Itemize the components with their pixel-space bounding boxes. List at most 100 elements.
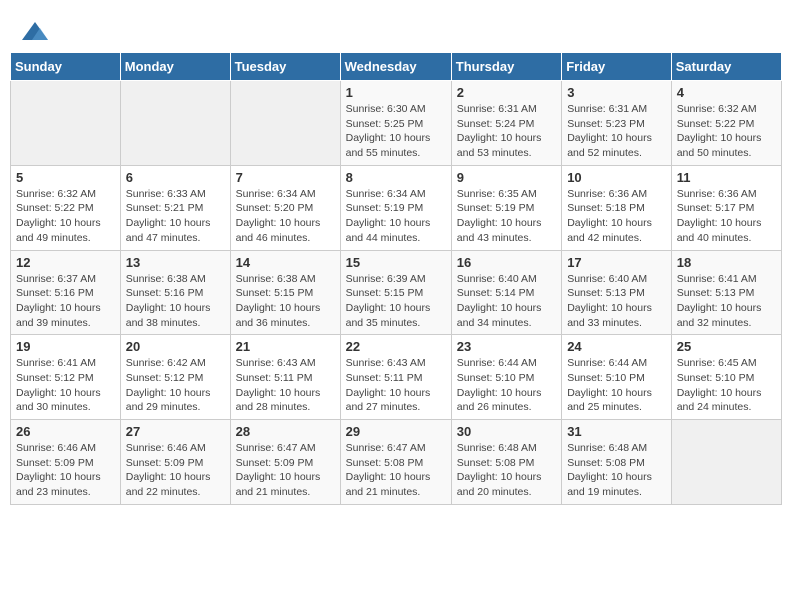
day-detail: Sunrise: 6:34 AM Sunset: 5:19 PM Dayligh…: [346, 187, 446, 246]
calendar-cell: 17 Sunrise: 6:40 AM Sunset: 5:13 PM Dayli…: [562, 250, 672, 335]
day-number: 3: [567, 85, 666, 100]
day-number: 27: [126, 424, 225, 439]
day-detail: Sunrise: 6:38 AM Sunset: 5:15 PM Dayligh…: [236, 272, 335, 331]
day-number: 7: [236, 170, 335, 185]
calendar-cell: 24 Sunrise: 6:44 AM Sunset: 5:10 PM Dayli…: [562, 335, 672, 420]
day-number: 17: [567, 255, 666, 270]
calendar-cell: 19 Sunrise: 6:41 AM Sunset: 5:12 PM Dayli…: [11, 335, 121, 420]
week-row-2: 12 Sunrise: 6:37 AM Sunset: 5:16 PM Dayli…: [11, 250, 782, 335]
day-number: 8: [346, 170, 446, 185]
calendar-cell: 5 Sunrise: 6:32 AM Sunset: 5:22 PM Daylig…: [11, 165, 121, 250]
day-number: 14: [236, 255, 335, 270]
day-detail: Sunrise: 6:46 AM Sunset: 5:09 PM Dayligh…: [126, 441, 225, 500]
day-number: 10: [567, 170, 666, 185]
day-number: 6: [126, 170, 225, 185]
day-detail: Sunrise: 6:31 AM Sunset: 5:24 PM Dayligh…: [457, 102, 556, 161]
calendar-cell: 6Sunrise: 6:33 AM Sunset: 5:21 PM Daylig…: [120, 165, 230, 250]
calendar-cell: 3 Sunrise: 6:31 AM Sunset: 5:23 PM Daylig…: [562, 81, 672, 166]
day-detail: Sunrise: 6:40 AM Sunset: 5:13 PM Dayligh…: [567, 272, 666, 331]
calendar-cell: 26 Sunrise: 6:46 AM Sunset: 5:09 PM Dayli…: [11, 420, 121, 505]
day-detail: Sunrise: 6:40 AM Sunset: 5:14 PM Dayligh…: [457, 272, 556, 331]
day-number: 12: [16, 255, 115, 270]
calendar-cell: [11, 81, 121, 166]
calendar-cell: 18Sunrise: 6:41 AM Sunset: 5:13 PM Dayli…: [671, 250, 781, 335]
calendar-cell: 14 Sunrise: 6:38 AM Sunset: 5:15 PM Dayli…: [230, 250, 340, 335]
logo: [20, 18, 54, 48]
day-detail: Sunrise: 6:44 AM Sunset: 5:10 PM Dayligh…: [567, 356, 666, 415]
header-day-tuesday: Tuesday: [230, 53, 340, 81]
calendar-cell: 7 Sunrise: 6:34 AM Sunset: 5:20 PM Daylig…: [230, 165, 340, 250]
day-number: 19: [16, 339, 115, 354]
day-detail: Sunrise: 6:36 AM Sunset: 5:18 PM Dayligh…: [567, 187, 666, 246]
day-number: 24: [567, 339, 666, 354]
day-detail: Sunrise: 6:34 AM Sunset: 5:20 PM Dayligh…: [236, 187, 335, 246]
header-day-sunday: Sunday: [11, 53, 121, 81]
day-detail: Sunrise: 6:48 AM Sunset: 5:08 PM Dayligh…: [567, 441, 666, 500]
header-day-saturday: Saturday: [671, 53, 781, 81]
day-number: 9: [457, 170, 556, 185]
day-detail: Sunrise: 6:47 AM Sunset: 5:08 PM Dayligh…: [346, 441, 446, 500]
calendar-cell: 20 Sunrise: 6:42 AM Sunset: 5:12 PM Dayli…: [120, 335, 230, 420]
day-detail: Sunrise: 6:37 AM Sunset: 5:16 PM Dayligh…: [16, 272, 115, 331]
day-detail: Sunrise: 6:46 AM Sunset: 5:09 PM Dayligh…: [16, 441, 115, 500]
week-row-0: 1Sunrise: 6:30 AM Sunset: 5:25 PM Daylig…: [11, 81, 782, 166]
calendar-cell: 22 Sunrise: 6:43 AM Sunset: 5:11 PM Dayli…: [340, 335, 451, 420]
calendar-cell: [671, 420, 781, 505]
day-number: 26: [16, 424, 115, 439]
calendar-cell: 10 Sunrise: 6:36 AM Sunset: 5:18 PM Dayli…: [562, 165, 672, 250]
calendar-table: SundayMondayTuesdayWednesdayThursdayFrid…: [10, 52, 782, 505]
week-row-1: 5 Sunrise: 6:32 AM Sunset: 5:22 PM Daylig…: [11, 165, 782, 250]
day-number: 23: [457, 339, 556, 354]
header-day-monday: Monday: [120, 53, 230, 81]
calendar-cell: 8 Sunrise: 6:34 AM Sunset: 5:19 PM Daylig…: [340, 165, 451, 250]
day-detail: Sunrise: 6:38 AM Sunset: 5:16 PM Dayligh…: [126, 272, 225, 331]
day-number: 13: [126, 255, 225, 270]
calendar-cell: 31 Sunrise: 6:48 AM Sunset: 5:08 PM Dayli…: [562, 420, 672, 505]
day-number: 20: [126, 339, 225, 354]
calendar-cell: 11Sunrise: 6:36 AM Sunset: 5:17 PM Dayli…: [671, 165, 781, 250]
day-number: 28: [236, 424, 335, 439]
calendar-cell: 27 Sunrise: 6:46 AM Sunset: 5:09 PM Dayli…: [120, 420, 230, 505]
day-number: 4: [677, 85, 776, 100]
day-detail: Sunrise: 6:41 AM Sunset: 5:13 PM Dayligh…: [677, 272, 776, 331]
calendar-cell: [230, 81, 340, 166]
day-detail: Sunrise: 6:43 AM Sunset: 5:11 PM Dayligh…: [346, 356, 446, 415]
day-detail: Sunrise: 6:44 AM Sunset: 5:10 PM Dayligh…: [457, 356, 556, 415]
calendar-cell: 13 Sunrise: 6:38 AM Sunset: 5:16 PM Dayli…: [120, 250, 230, 335]
day-number: 22: [346, 339, 446, 354]
day-detail: Sunrise: 6:47 AM Sunset: 5:09 PM Dayligh…: [236, 441, 335, 500]
day-number: 16: [457, 255, 556, 270]
page-header: [10, 10, 782, 52]
day-detail: Sunrise: 6:43 AM Sunset: 5:11 PM Dayligh…: [236, 356, 335, 415]
header-row: SundayMondayTuesdayWednesdayThursdayFrid…: [11, 53, 782, 81]
day-number: 2: [457, 85, 556, 100]
header-day-friday: Friday: [562, 53, 672, 81]
day-detail: Sunrise: 6:35 AM Sunset: 5:19 PM Dayligh…: [457, 187, 556, 246]
calendar-cell: 1Sunrise: 6:30 AM Sunset: 5:25 PM Daylig…: [340, 81, 451, 166]
calendar-cell: 2 Sunrise: 6:31 AM Sunset: 5:24 PM Daylig…: [451, 81, 561, 166]
calendar-cell: 21 Sunrise: 6:43 AM Sunset: 5:11 PM Dayli…: [230, 335, 340, 420]
day-detail: Sunrise: 6:41 AM Sunset: 5:12 PM Dayligh…: [16, 356, 115, 415]
week-row-3: 19 Sunrise: 6:41 AM Sunset: 5:12 PM Dayli…: [11, 335, 782, 420]
calendar-cell: 25Sunrise: 6:45 AM Sunset: 5:10 PM Dayli…: [671, 335, 781, 420]
day-detail: Sunrise: 6:31 AM Sunset: 5:23 PM Dayligh…: [567, 102, 666, 161]
day-number: 5: [16, 170, 115, 185]
day-number: 25: [677, 339, 776, 354]
day-number: 29: [346, 424, 446, 439]
header-day-wednesday: Wednesday: [340, 53, 451, 81]
day-detail: Sunrise: 6:32 AM Sunset: 5:22 PM Dayligh…: [16, 187, 115, 246]
day-number: 30: [457, 424, 556, 439]
day-number: 21: [236, 339, 335, 354]
day-detail: Sunrise: 6:30 AM Sunset: 5:25 PM Dayligh…: [346, 102, 446, 161]
day-detail: Sunrise: 6:32 AM Sunset: 5:22 PM Dayligh…: [677, 102, 776, 161]
day-number: 15: [346, 255, 446, 270]
day-number: 31: [567, 424, 666, 439]
calendar-cell: 15Sunrise: 6:39 AM Sunset: 5:15 PM Dayli…: [340, 250, 451, 335]
calendar-cell: [120, 81, 230, 166]
logo-icon: [20, 18, 50, 48]
calendar-cell: 4 Sunrise: 6:32 AM Sunset: 5:22 PM Daylig…: [671, 81, 781, 166]
day-detail: Sunrise: 6:42 AM Sunset: 5:12 PM Dayligh…: [126, 356, 225, 415]
calendar-cell: 16 Sunrise: 6:40 AM Sunset: 5:14 PM Dayli…: [451, 250, 561, 335]
calendar-cell: 29 Sunrise: 6:47 AM Sunset: 5:08 PM Dayli…: [340, 420, 451, 505]
week-row-4: 26 Sunrise: 6:46 AM Sunset: 5:09 PM Dayli…: [11, 420, 782, 505]
